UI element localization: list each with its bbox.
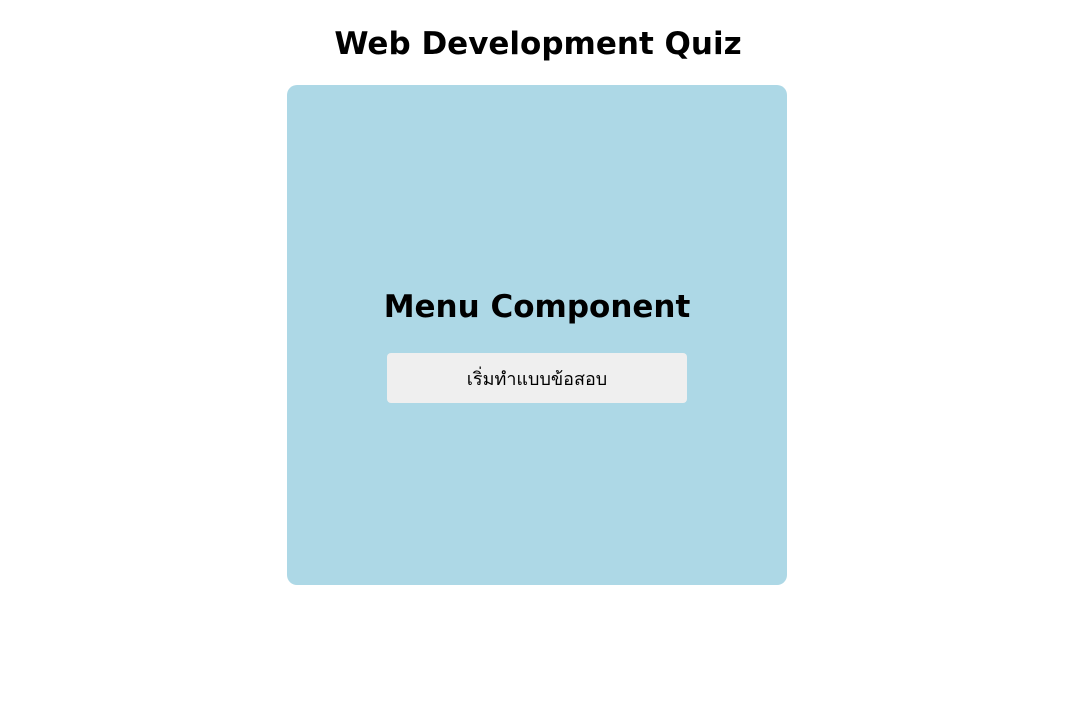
- quiz-page: Web Development Quiz Menu Component เริ่…: [0, 0, 1076, 707]
- page-title: Web Development Quiz: [334, 26, 742, 62]
- menu-component-card: Menu Component เริ่มทำแบบข้อสอบ: [287, 85, 787, 585]
- menu-title: Menu Component: [383, 289, 691, 325]
- start-quiz-button[interactable]: เริ่มทำแบบข้อสอบ: [387, 353, 687, 403]
